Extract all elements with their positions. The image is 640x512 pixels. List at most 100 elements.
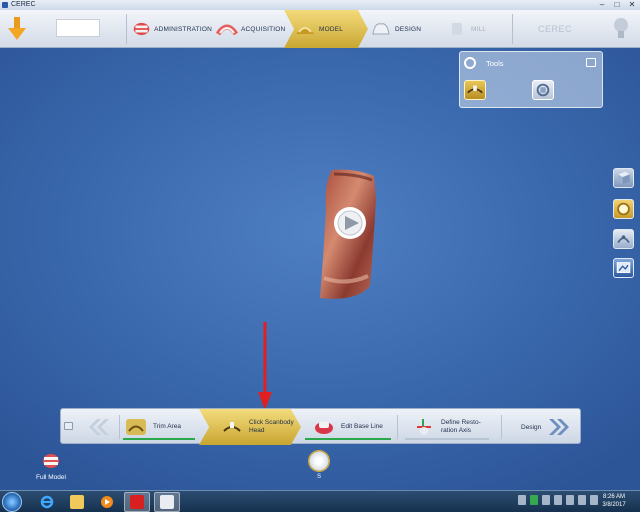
model-icon xyxy=(296,27,314,34)
shade-ring-icon xyxy=(617,202,630,216)
window-title: CEREC xyxy=(11,1,36,8)
arrow-down-icon xyxy=(8,17,26,40)
step-click-scanbody-head-label: Click Scanbody Head xyxy=(249,419,294,435)
scanbody-tool-icon xyxy=(467,85,483,94)
tool-scanbody-button[interactable] xyxy=(464,80,486,100)
taskbar-acrobat[interactable] xyxy=(124,492,150,512)
system-tray xyxy=(518,495,598,505)
taskbar-file-explorer[interactable] xyxy=(64,492,90,512)
tray-flag-icon[interactable] xyxy=(542,495,550,505)
tab-mill-label: MILL xyxy=(471,25,487,33)
double-chevron-right-icon xyxy=(549,419,570,435)
maximize-button[interactable]: □ xyxy=(612,0,622,10)
window-title-bar: CEREC – □ ✕ xyxy=(0,0,640,10)
red-arrow-annotation xyxy=(258,322,272,410)
tab-divider xyxy=(512,14,513,44)
tab-design-label: DESIGN xyxy=(395,25,422,33)
step-define-restoration-axis-label: Define Resto- ration Axis xyxy=(441,419,481,435)
step-trim-area-label: Trim Area xyxy=(153,423,181,430)
back-home-button[interactable] xyxy=(4,14,30,44)
taskbar-media-player[interactable] xyxy=(94,492,120,512)
full-model-button[interactable]: Full Model xyxy=(32,452,70,484)
restoration-axis-icon xyxy=(417,419,431,435)
pin-panel-button[interactable] xyxy=(586,58,596,67)
collapse-workflow-button[interactable] xyxy=(64,422,73,430)
cerec-app-icon xyxy=(2,2,8,8)
next-phase-label: Design xyxy=(521,423,542,431)
tools-ring-icon xyxy=(464,57,476,69)
base-line-icon xyxy=(315,422,333,434)
trim-area-progress xyxy=(123,438,195,440)
teeth-icon xyxy=(133,22,150,36)
step-label-line2: ration Axis xyxy=(441,427,471,434)
tool-rotate-button[interactable] xyxy=(532,80,554,100)
patient-name-field[interactable] xyxy=(56,19,100,37)
dental-arch-icon xyxy=(216,24,238,36)
internet-explorer-icon xyxy=(40,495,54,509)
shade-selector[interactable]: S xyxy=(306,450,332,484)
workflow-bar: Trim Area Click Scanbody Head Edit Base … xyxy=(60,408,581,445)
rotate-icon xyxy=(536,83,550,97)
step-edit-base-line-label: Edit Base Line xyxy=(341,423,383,430)
tab-model[interactable]: MODEL xyxy=(284,10,368,48)
tray-display-icon[interactable] xyxy=(554,495,562,505)
tools-title: Tools xyxy=(486,58,504,68)
window-controls: – □ ✕ xyxy=(597,0,637,10)
tab-mill[interactable]: MILL xyxy=(440,10,510,48)
folder-icon xyxy=(70,495,84,509)
lightbulb-icon xyxy=(614,18,628,38)
tray-battery-icon[interactable] xyxy=(566,495,574,505)
taskbar-clock[interactable]: 8:26 AM 3/8/2017 xyxy=(596,493,632,509)
tooth-shade-icon xyxy=(308,450,330,472)
tab-acquisition-label: ACQUISITION xyxy=(241,25,286,33)
define-axis-progress xyxy=(405,438,489,440)
taskbar-cerec[interactable] xyxy=(154,492,180,512)
tray-expand-icon[interactable] xyxy=(518,495,526,505)
tab-divider xyxy=(126,14,127,44)
mill-icon xyxy=(452,23,462,35)
pdf-icon xyxy=(130,495,144,509)
next-phase-design-button[interactable]: Design xyxy=(507,409,581,445)
minimize-button[interactable]: – xyxy=(597,0,607,10)
step-divider xyxy=(397,415,398,439)
help-button[interactable] xyxy=(612,16,630,42)
step-label-line1: Define Resto- xyxy=(441,419,481,426)
scanbody-head-icon xyxy=(223,422,241,432)
cube-icon xyxy=(618,171,630,185)
step-divider xyxy=(501,415,502,439)
tab-administration[interactable]: ADMINISTRATION xyxy=(128,10,212,48)
screenshot-button[interactable] xyxy=(613,258,634,278)
close-button[interactable]: ✕ xyxy=(627,0,637,10)
windows-taskbar: 8:26 AM 3/8/2017 xyxy=(0,490,640,512)
trim-area-icon xyxy=(126,419,146,435)
tab-administration-label: ADMINISTRATION xyxy=(154,25,212,33)
shade-button[interactable] xyxy=(613,199,634,219)
start-button[interactable] xyxy=(2,492,22,512)
taskbar-internet-explorer[interactable] xyxy=(34,492,60,512)
tools-header: Tools xyxy=(464,56,504,70)
edit-base-line-progress xyxy=(305,438,391,440)
scanbody-marker-icon[interactable] xyxy=(333,206,367,240)
step-label-line1: Click Scanbody xyxy=(249,419,294,426)
tray-signal-icon[interactable] xyxy=(578,495,586,505)
shade-label: S xyxy=(316,474,321,480)
view-cube-button[interactable] xyxy=(613,168,634,188)
full-model-teeth-icon xyxy=(43,454,59,468)
media-player-icon xyxy=(101,496,113,508)
step-click-scanbody-head[interactable]: Click Scanbody Head xyxy=(199,409,301,445)
tab-acquisition[interactable]: ACQUISITION xyxy=(212,10,288,48)
full-model-label: Full Model xyxy=(36,474,66,481)
crown-icon xyxy=(372,23,390,35)
tab-design[interactable]: DESIGN xyxy=(362,10,442,48)
articulation-button[interactable] xyxy=(613,229,634,249)
screen-icon xyxy=(616,262,631,273)
tray-network-icon[interactable] xyxy=(530,495,538,505)
previous-step-button[interactable] xyxy=(81,417,111,437)
tab-model-label: MODEL xyxy=(319,25,344,33)
step-label-line2: Head xyxy=(249,427,265,434)
clock-time: 8:26 AM xyxy=(602,494,625,500)
brand-logo: CEREC xyxy=(537,24,572,34)
tools-panel: Tools xyxy=(459,51,603,108)
step-divider xyxy=(119,415,120,439)
cerec-taskbar-icon xyxy=(160,495,174,509)
